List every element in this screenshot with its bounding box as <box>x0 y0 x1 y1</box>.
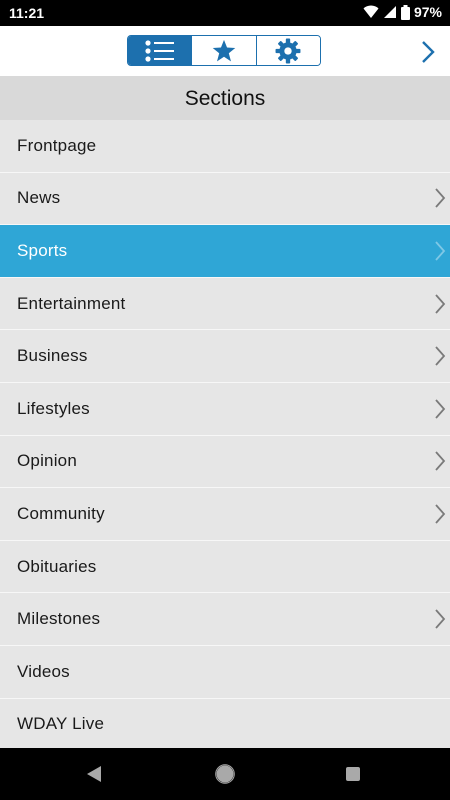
navigation-bar <box>0 748 450 800</box>
sections-tab[interactable] <box>128 36 193 65</box>
signal-icon <box>383 6 396 18</box>
section-item-label: Sports <box>17 240 68 260</box>
section-item[interactable]: Milestones <box>0 593 450 646</box>
wifi-icon <box>363 5 379 18</box>
favorites-tab[interactable] <box>192 36 257 65</box>
section-item[interactable]: Opinion <box>0 435 450 489</box>
section-item[interactable]: Lifestyles <box>0 382 450 436</box>
section-item-label: Entertainment <box>17 293 126 313</box>
settings-tab[interactable] <box>256 36 320 65</box>
section-item[interactable]: Frontpage <box>0 120 450 173</box>
section-list: Frontpage News Sports Entertainment Business… <box>0 120 450 752</box>
section-item[interactable]: Business <box>0 330 450 383</box>
section-item[interactable]: Videos <box>0 645 450 699</box>
battery-percent: 97% <box>413 4 442 20</box>
status-time: 11:21 <box>9 5 45 21</box>
home-icon[interactable] <box>215 764 235 784</box>
section-item-label: WDAY Live <box>17 714 105 734</box>
chevron-right-icon <box>435 399 446 419</box>
battery-icon <box>400 4 410 20</box>
section-item-label: Videos <box>17 661 70 681</box>
section-item[interactable]: News <box>0 172 450 226</box>
section-item-label: Business <box>17 346 88 366</box>
section-item-label: Frontpage <box>17 135 97 155</box>
chevron-right-icon <box>435 346 446 366</box>
chevron-right-icon[interactable] <box>420 40 436 64</box>
gear-icon <box>275 38 301 63</box>
back-icon[interactable] <box>86 765 102 783</box>
star-icon <box>212 39 236 61</box>
section-item[interactable]: Entertainment <box>0 277 450 331</box>
status-icons: 97% <box>363 4 442 20</box>
chevron-right-icon <box>435 188 446 208</box>
section-item-label: Obituaries <box>17 556 97 576</box>
section-item-label: Lifestyles <box>17 398 90 418</box>
list-icon <box>145 39 174 62</box>
section-item[interactable]: WDAY Live <box>0 698 450 752</box>
recents-icon[interactable] <box>346 767 360 781</box>
chevron-right-icon <box>435 293 446 314</box>
section-item[interactable]: Sports <box>0 225 450 278</box>
chevron-right-icon <box>435 609 446 629</box>
chevron-right-icon <box>435 451 446 471</box>
chevron-right-icon <box>435 241 446 261</box>
section-item[interactable]: Obituaries <box>0 540 450 594</box>
chevron-right-icon <box>435 504 446 524</box>
section-item-label: News <box>17 188 61 208</box>
status-bar: 11:21 97% <box>0 0 450 26</box>
view-segmented-control <box>127 35 321 66</box>
page-title: Sections <box>0 76 450 120</box>
app-toolbar <box>0 26 450 76</box>
section-item-label: Opinion <box>17 451 77 471</box>
section-item[interactable]: Community <box>0 488 450 541</box>
section-item-label: Milestones <box>17 609 101 629</box>
section-item-label: Community <box>17 503 105 523</box>
